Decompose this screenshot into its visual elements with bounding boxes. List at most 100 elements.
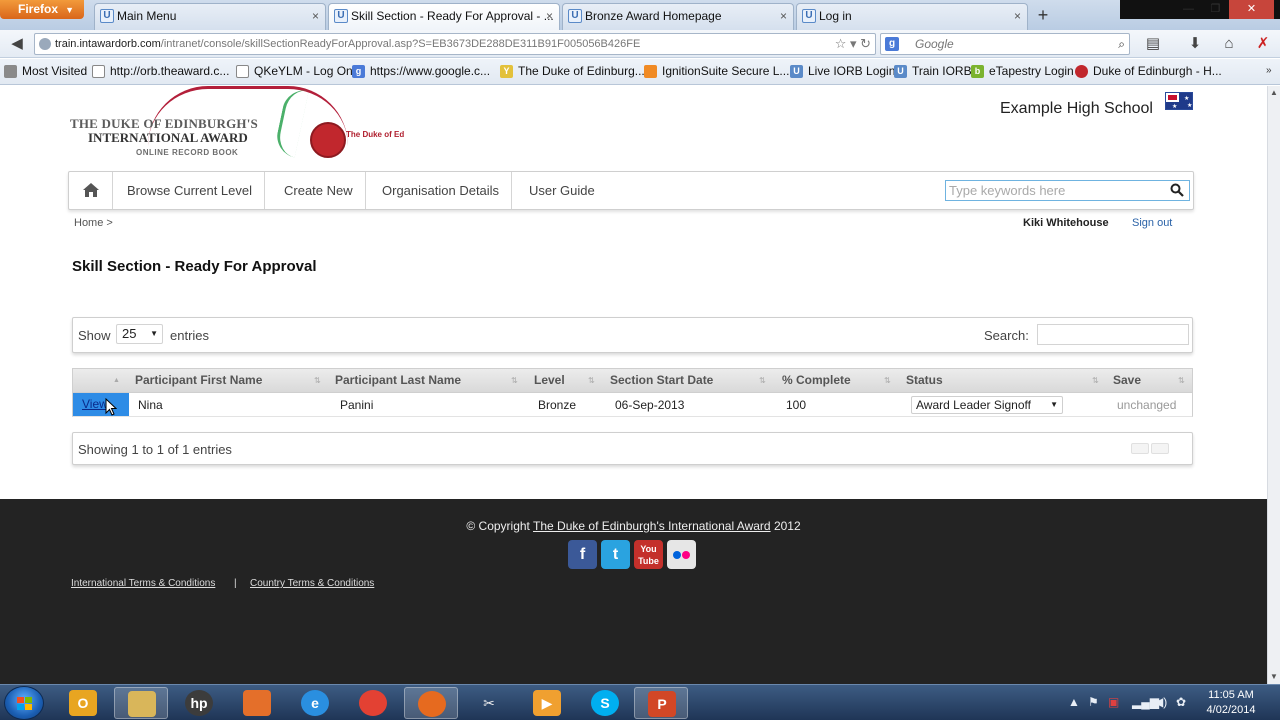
close-window-icon[interactable]: ✕ (1229, 0, 1274, 19)
page-length-select[interactable]: 25 ▼ (116, 324, 163, 344)
pagination (1131, 443, 1179, 455)
twitter-icon[interactable]: t (601, 540, 630, 569)
menu-create-new[interactable]: Create New (272, 172, 366, 209)
taskbar-hp[interactable]: hp (172, 687, 226, 719)
bookmark-qkeylm[interactable]: QKeYLM - Log On (236, 64, 353, 78)
view-cell[interactable]: View (73, 393, 129, 416)
menu-browse-current-level[interactable]: Browse Current Level (115, 172, 265, 209)
clock[interactable]: 11:05 AM 4/02/2014 (1198, 688, 1264, 718)
app-tray-icon[interactable]: ✿ (1176, 695, 1186, 709)
search-icon[interactable]: ⌕ (1118, 34, 1125, 54)
close-tab-icon[interactable]: × (780, 4, 787, 28)
main-menu: Browse Current Level Create New Organisa… (68, 171, 1194, 210)
sign-out-link[interactable]: Sign out (1132, 217, 1172, 229)
col-complete[interactable]: % Complete (782, 369, 851, 392)
menu-user-guide[interactable]: User Guide (517, 172, 607, 209)
col-last-name[interactable]: Participant Last Name (335, 369, 461, 392)
back-arrow-icon[interactable]: ◀ (6, 34, 28, 54)
view-link[interactable]: View (82, 393, 108, 416)
search-icon[interactable] (1170, 183, 1184, 197)
close-tab-icon[interactable]: × (546, 4, 553, 28)
col-save[interactable]: Save (1113, 369, 1141, 392)
col-level[interactable]: Level (534, 369, 565, 392)
taskbar-snipping[interactable]: ✂ (462, 687, 516, 719)
award-logo[interactable]: THE DUKE OF EDINBURGH'S INTERNATIONAL AW… (68, 86, 408, 162)
sort-icon[interactable]: ⇅ (759, 369, 766, 392)
youtube-icon[interactable]: You Tube (634, 540, 663, 569)
chevron-right-icon[interactable]: » (1266, 65, 1272, 76)
sort-asc-icon[interactable]: ▲ (113, 369, 120, 392)
browser-search-bar[interactable]: g Google ⌕ (880, 33, 1130, 55)
iorb-icon: U (790, 65, 803, 78)
sort-icon[interactable]: ⇅ (511, 369, 518, 392)
url-bar[interactable]: train.intawardorb.com/intranet/console/s… (34, 33, 876, 55)
tab-bronze-award[interactable]: U Bronze Award Homepage × (562, 3, 794, 30)
taskbar-explorer[interactable] (114, 687, 168, 719)
home-icon[interactable]: ⌂ (1218, 34, 1240, 54)
bookmark-most-visited[interactable]: Most Visited (4, 64, 87, 78)
breadcrumb-home[interactable]: Home > (74, 217, 113, 229)
security-icon[interactable]: ▣ (1108, 695, 1119, 709)
bookmark-live-iorb[interactable]: U Live IORB Login (790, 64, 895, 78)
status-value: Award Leader Signoff (916, 398, 1031, 412)
taskbar-powerpoint[interactable]: P (634, 687, 688, 719)
close-tab-icon[interactable]: × (1014, 4, 1021, 28)
sort-icon[interactable]: ⇅ (1178, 369, 1185, 392)
bookmark-train-iorb[interactable]: U Train IORB (894, 64, 972, 78)
facebook-icon[interactable]: f (568, 540, 597, 569)
download-icon[interactable]: ⬇ (1184, 34, 1206, 54)
country-terms-link[interactable]: Country Terms & Conditions (250, 578, 374, 589)
bookmark-orb[interactable]: http://orb.theaward.c... (92, 64, 229, 78)
sort-icon[interactable]: ⇅ (314, 369, 321, 392)
volume-icon[interactable]: ◀) (1154, 695, 1167, 709)
scroll-down-icon[interactable]: ▼ (1268, 670, 1280, 684)
action-center-icon[interactable]: ⚑ (1088, 695, 1099, 709)
previous-page-button[interactable] (1131, 443, 1149, 454)
scroll-up-icon[interactable]: ▲ (1268, 86, 1280, 100)
clock-date: 4/02/2014 (1206, 704, 1256, 716)
bookmark-duke-of-edinburgh[interactable]: Y The Duke of Edinburg... (500, 64, 645, 78)
restore-icon[interactable]: ❐ (1202, 0, 1229, 19)
table-search-input[interactable] (1037, 324, 1189, 345)
tab-skill-section[interactable]: U Skill Section - Ready For Approval - .… (328, 3, 560, 30)
sort-icon[interactable]: ⇅ (588, 369, 595, 392)
award-org-link[interactable]: The Duke of Edinburgh's International Aw… (533, 519, 771, 533)
minimize-icon[interactable]: — (1175, 0, 1202, 19)
tab-log-in[interactable]: U Log in × (796, 3, 1028, 30)
bookmark-etapestry[interactable]: b eTapestry Login (971, 64, 1074, 78)
sort-icon[interactable]: ⇅ (1092, 369, 1099, 392)
col-status[interactable]: Status (906, 369, 943, 392)
taskbar-media[interactable]: ▶ (520, 687, 574, 719)
site-search-input[interactable]: Type keywords here (945, 180, 1190, 201)
start-button[interactable] (4, 686, 44, 720)
col-first-name[interactable]: Participant First Name (135, 369, 262, 392)
firefox-menu-button[interactable]: Firefox ▼ (0, 0, 84, 19)
bookmarks-menu-icon[interactable]: ▤ (1142, 34, 1164, 54)
new-tab-button[interactable]: + (1032, 5, 1054, 27)
flickr-icon[interactable] (667, 540, 696, 569)
show-hidden-icons-icon[interactable]: ▲ (1068, 695, 1080, 709)
cell-save-state: unchanged (1117, 398, 1177, 412)
bookmark-google[interactable]: g https://www.google.c... (352, 64, 490, 78)
breadcrumb[interactable]: Home > (74, 217, 113, 229)
status-select[interactable]: Award Leader Signoff ▼ (911, 396, 1063, 414)
taskbar-app-orange[interactable] (230, 687, 284, 719)
taskbar-skype[interactable]: S (578, 687, 632, 719)
page-scrollbar[interactable]: ▲ ▼ (1267, 86, 1280, 684)
international-terms-link[interactable]: International Terms & Conditions (71, 578, 215, 589)
tab-main-menu[interactable]: U Main Menu × (94, 3, 326, 30)
taskbar-firefox[interactable] (404, 687, 458, 719)
bookmark-ignitionsuite[interactable]: IgnitionSuite Secure L... (644, 64, 789, 78)
sort-icon[interactable]: ⇅ (884, 369, 891, 392)
next-page-button[interactable] (1151, 443, 1169, 454)
close-tab-icon[interactable]: × (312, 4, 319, 28)
addon-icon[interactable]: ✗ (1252, 34, 1274, 54)
taskbar-outlook[interactable]: O (56, 687, 110, 719)
bookmark-duke-of-edinburgh-h[interactable]: Duke of Edinburgh - H... (1075, 64, 1222, 78)
taskbar-chrome[interactable] (346, 687, 400, 719)
bookmark-star-icon[interactable]: ☆ ▾ ↻ (835, 34, 871, 54)
menu-organisation-details[interactable]: Organisation Details (370, 172, 513, 209)
col-start-date[interactable]: Section Start Date (610, 369, 713, 392)
home-button[interactable] (69, 172, 113, 209)
taskbar-ie[interactable]: e (288, 687, 342, 719)
